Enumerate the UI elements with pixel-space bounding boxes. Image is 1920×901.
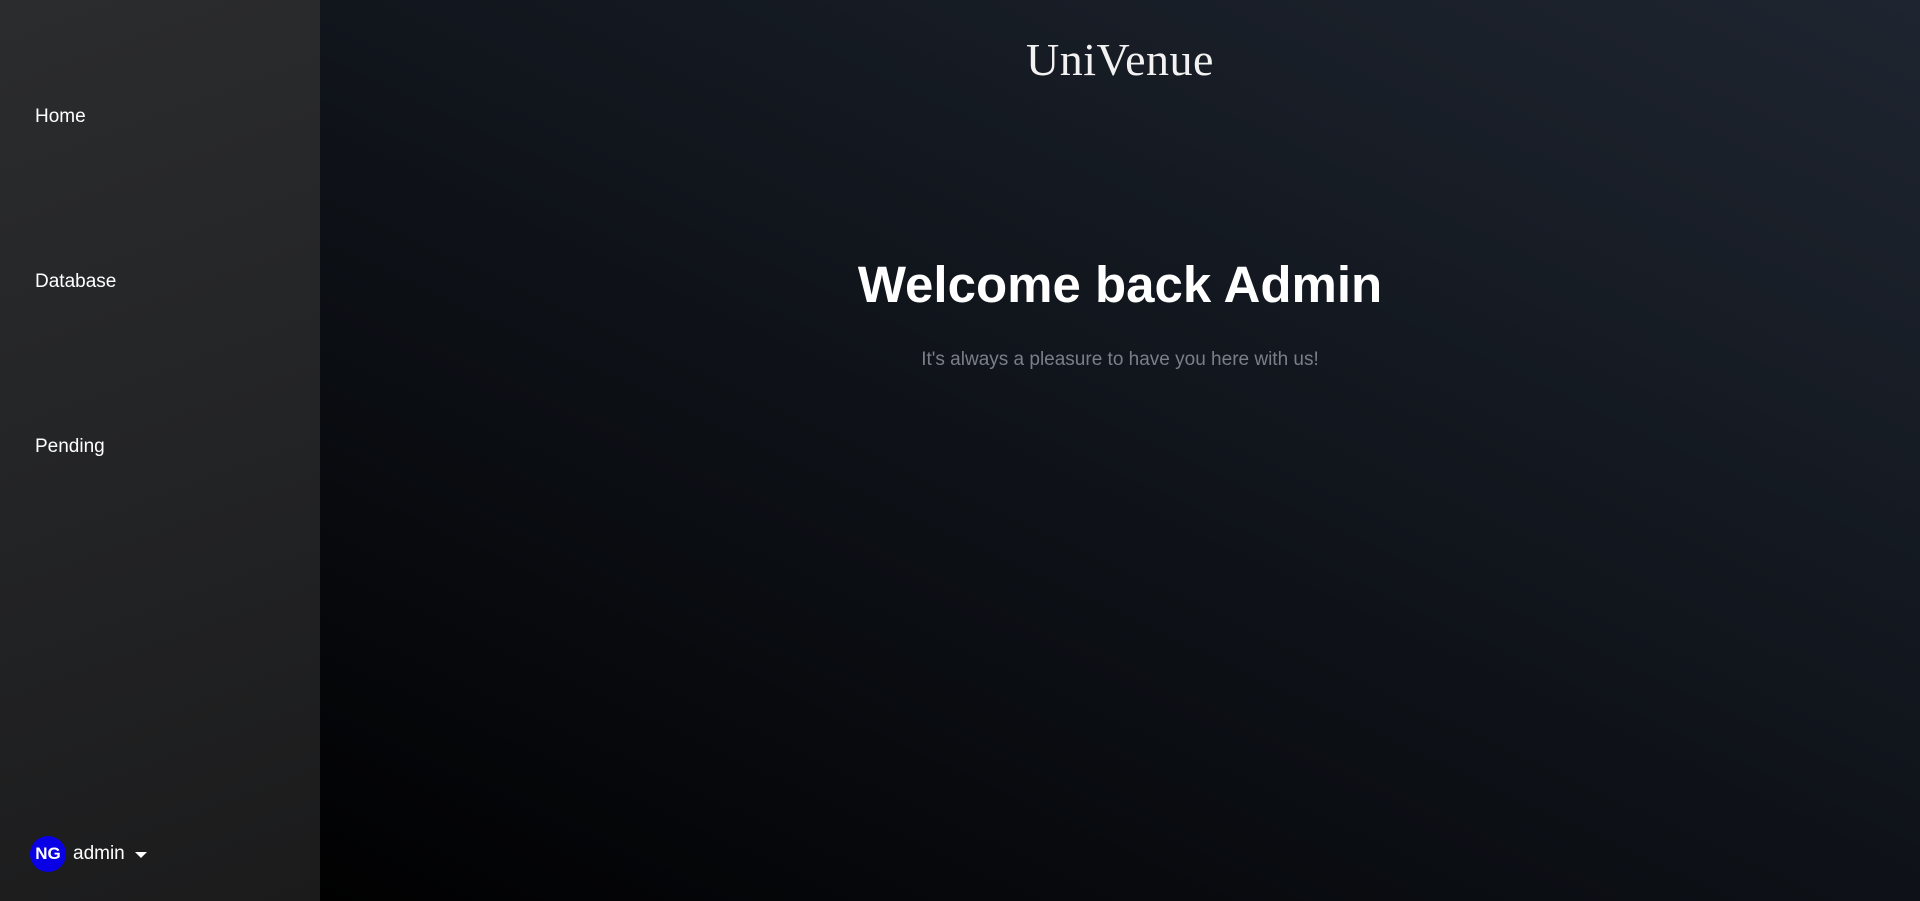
sidebar-item-home[interactable]: Home (35, 105, 86, 129)
sidebar: Home Database Pending NG admin (0, 0, 320, 901)
sidebar-item-pending[interactable]: Pending (35, 435, 105, 459)
avatar: NG (30, 836, 66, 872)
main-content: UniVenue Welcome back Admin It's always … (320, 0, 1920, 901)
user-menu[interactable]: NG admin (30, 836, 147, 872)
brand-logo-text: UniVenue (1026, 34, 1214, 85)
caret-down-icon (134, 852, 147, 858)
sidebar-item-database[interactable]: Database (35, 270, 116, 294)
app-window: Home Database Pending NG admin UniVenue … (0, 0, 1920, 901)
page-title: Welcome back Admin (857, 256, 1383, 313)
username: admin (73, 843, 125, 864)
page-subtitle: It's always a pleasure to have you here … (921, 349, 1319, 370)
